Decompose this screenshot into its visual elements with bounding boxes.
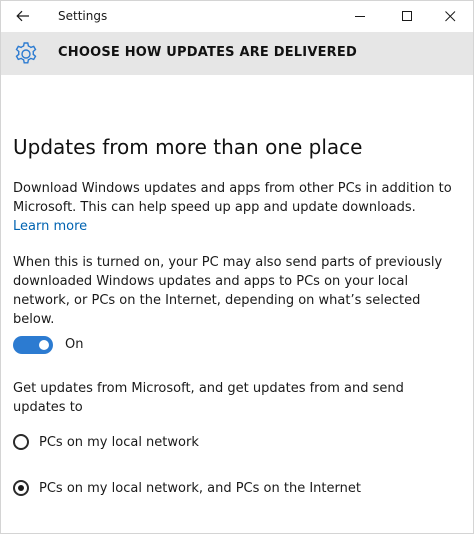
warning-text: When this is turned on, your PC may also… — [13, 255, 443, 327]
page-title: CHOOSE HOW UPDATES ARE DELIVERED — [58, 45, 357, 60]
maximize-button[interactable] — [384, 1, 430, 32]
option-local-and-internet-label: PCs on my local network, and PCs on the … — [39, 480, 361, 496]
settings-window: Settings CHOOSE HOW UPDATES ARE DELIVERE… — [0, 0, 474, 534]
toggle-state-label: On — [65, 337, 84, 352]
radio-local-and-internet[interactable] — [13, 480, 29, 496]
toggle-knob — [39, 340, 49, 350]
close-button[interactable] — [427, 1, 473, 32]
option-local-and-internet[interactable]: PCs on my local network, and PCs on the … — [13, 477, 361, 499]
delivery-optimization-toggle[interactable] — [13, 336, 53, 354]
app-title: Settings — [58, 9, 108, 23]
page-header: CHOOSE HOW UPDATES ARE DELIVERED — [1, 32, 473, 75]
section-heading: Updates from more than one place — [13, 135, 363, 159]
minimize-button[interactable] — [337, 1, 383, 32]
maximize-icon — [401, 11, 412, 21]
back-arrow-icon — [16, 10, 29, 22]
radio-local-network[interactable] — [13, 434, 29, 450]
description-text: Download Windows updates and apps from o… — [13, 181, 452, 215]
source-prompt-text: Get updates from Microsoft, and get upda… — [13, 381, 404, 415]
gear-icon — [15, 42, 37, 64]
close-icon — [444, 11, 455, 22]
option-local-network[interactable]: PCs on my local network — [13, 431, 199, 453]
learn-more-link[interactable]: Learn more — [13, 217, 87, 236]
minimize-icon — [354, 16, 365, 17]
option-local-network-label: PCs on my local network — [39, 434, 199, 450]
title-bar: Settings — [1, 1, 473, 32]
back-button[interactable] — [9, 3, 37, 29]
